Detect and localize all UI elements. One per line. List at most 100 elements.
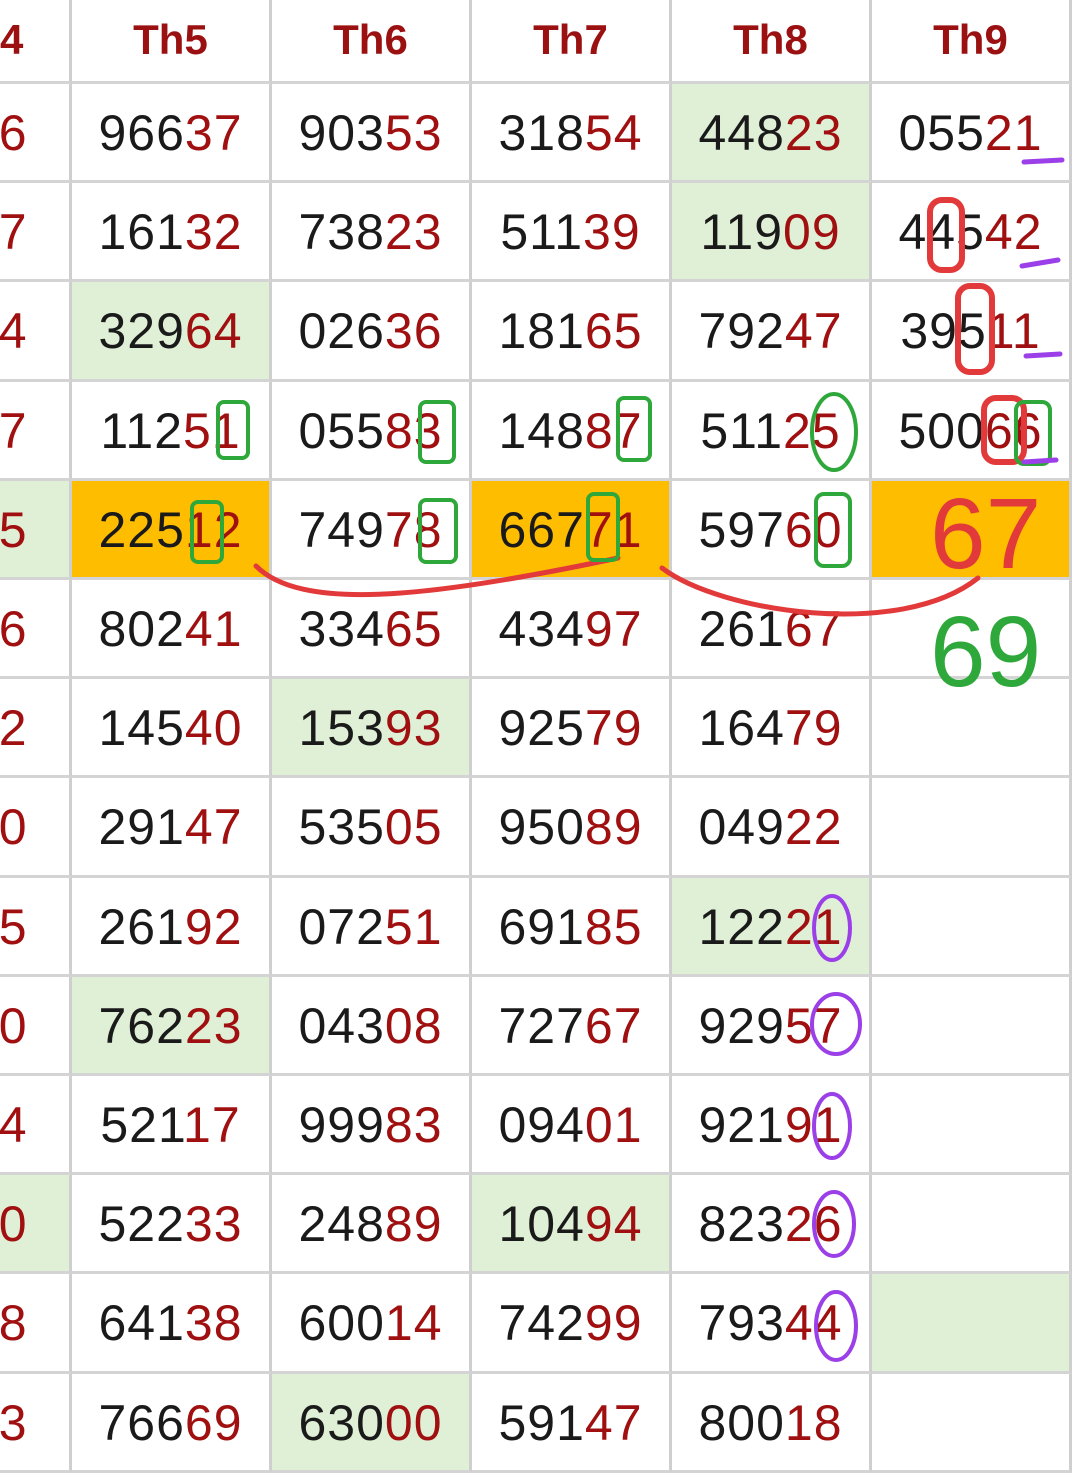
lead-digits: 225: [98, 501, 185, 558]
row-label-cell: 04: [0, 1076, 72, 1176]
result-cell: 5976059760: [672, 480, 872, 580]
result-cell: [872, 580, 1072, 680]
tail-digits: 47: [784, 303, 843, 360]
tail-digits: 60: [784, 501, 843, 558]
row-label-cell: 66: [0, 84, 72, 184]
row-label-cell: 50: [0, 778, 72, 878]
tail-digits: 23: [384, 204, 443, 261]
lead-digits: 921: [698, 1097, 785, 1153]
result-cell: 5223352233: [72, 1175, 272, 1275]
result-cell: [872, 877, 1072, 977]
lead-digits: 802: [98, 601, 185, 657]
lead-digits: 966: [98, 105, 185, 161]
result-cell: 6001460014: [272, 1274, 472, 1374]
lead-digits: 950: [498, 799, 585, 856]
lead-digits: 738: [298, 204, 385, 261]
lead-digits: 749: [298, 501, 385, 558]
result-cell: 1222112221: [672, 877, 872, 977]
tail-digits: 12: [184, 501, 243, 558]
tail-digits: 23: [784, 105, 843, 161]
result-cell: 4454244542: [872, 183, 1072, 283]
tail-digits: 83: [384, 1097, 443, 1153]
result-cell: 3951139511: [872, 282, 1072, 382]
result-cell: 1049410494: [472, 1175, 672, 1275]
row-label-cell: 55: [0, 480, 72, 580]
result-cell: 9257992579: [472, 679, 672, 779]
result-cell: 2914729147: [72, 778, 272, 878]
tail-digits: 14: [384, 1295, 443, 1352]
result-cell: [872, 1076, 1072, 1176]
lead-digits: 600: [298, 1295, 385, 1352]
result-cell: 2616726167: [672, 580, 872, 680]
lead-digits: 667: [498, 501, 585, 558]
tail-digits: 05: [384, 799, 443, 856]
row-label-cell: 20: [0, 976, 72, 1076]
lead-digits: 122: [698, 898, 785, 955]
lead-digits: 248: [298, 1196, 385, 1253]
tail-digits: 33: [184, 1196, 243, 1253]
tail-digits: 40: [184, 700, 243, 757]
result-cell: 1454014540: [72, 679, 272, 779]
result-cell: 2251222512: [72, 480, 272, 580]
result-cell: 9035390353: [272, 84, 472, 184]
tail-digits: 08: [384, 997, 443, 1054]
tail-digits: 25: [783, 402, 841, 459]
result-cell: [872, 976, 1072, 1076]
tail-digits: 50: [0, 799, 28, 856]
tail-digits: 89: [384, 1196, 443, 1253]
lead-digits: 055: [298, 402, 385, 459]
tail-digits: 67: [784, 601, 843, 657]
result-cell: 1613216132: [72, 183, 272, 283]
result-cell: 7276772767: [472, 976, 672, 1076]
tail-digits: 00: [384, 1394, 443, 1451]
lead-digits: 334: [298, 601, 385, 657]
tail-digits: 04: [0, 1097, 28, 1153]
tail-digits: 25: [0, 898, 28, 955]
lead-digits: 925: [498, 700, 585, 757]
result-cell: 5211752117: [72, 1076, 272, 1176]
tail-digits: 99: [584, 1295, 643, 1352]
lead-digits: 181: [498, 303, 585, 360]
tail-digits: 23: [184, 997, 243, 1054]
row-label-cell: 06: [0, 580, 72, 680]
result-cell: 9219192191: [672, 1076, 872, 1176]
lead-digits: 800: [698, 1394, 785, 1451]
lead-digits: 329: [98, 303, 185, 360]
result-cell: 0430804308: [272, 976, 472, 1076]
result-cell: 2619226192: [72, 877, 272, 977]
lead-digits: 999: [298, 1097, 385, 1153]
lead-digits: 929: [698, 997, 785, 1054]
result-cell: 4482344823: [672, 84, 872, 184]
tail-digits: 71: [584, 501, 643, 558]
tail-digits: 51: [183, 402, 241, 459]
tail-digits: 42: [984, 204, 1043, 261]
result-cell: 3185431854: [472, 84, 672, 184]
tail-digits: 93: [384, 700, 443, 757]
tail-digits: 67: [584, 997, 643, 1054]
result-cell: 8024180241: [72, 580, 272, 680]
result-cell: 0725107251: [272, 877, 472, 977]
result-cell: 9508995089: [472, 778, 672, 878]
column-header: 4: [0, 0, 72, 84]
tail-digits: 79: [784, 700, 843, 757]
tail-digits: 41: [184, 601, 243, 657]
result-cell: [872, 679, 1072, 779]
tail-digits: 66: [0, 105, 28, 161]
tail-digits: 63: [0, 1394, 28, 1451]
tail-digits: 92: [184, 898, 243, 955]
row-label-cell: 32: [0, 679, 72, 779]
lead-digits: 104: [498, 1196, 585, 1253]
lead-digits: 395: [900, 303, 987, 360]
lead-digits: 630: [298, 1394, 385, 1451]
result-cell: 1539315393: [272, 679, 472, 779]
tail-digits: 97: [584, 601, 643, 657]
lead-digits: 261: [698, 601, 785, 657]
tail-digits: 53: [384, 105, 443, 161]
tail-digits: 38: [184, 1295, 243, 1352]
lead-digits: 145: [98, 700, 185, 757]
lead-digits: 903: [298, 105, 385, 161]
lead-digits: 591: [498, 1394, 585, 1451]
result-cell: [872, 480, 1072, 580]
tail-digits: 91: [784, 1097, 843, 1153]
lead-digits: 792: [698, 303, 785, 360]
